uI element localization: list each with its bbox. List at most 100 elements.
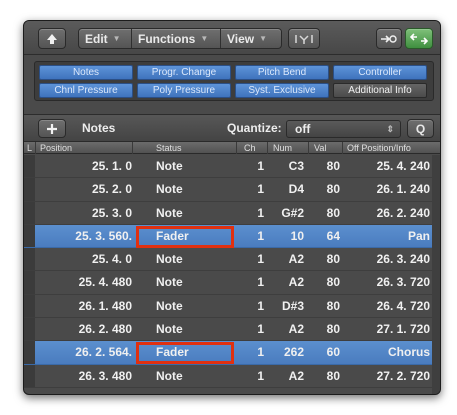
filter-label: Chnl Pressure (54, 85, 118, 96)
filter-system-exclusive-button[interactable]: Syst. Exclusive (235, 83, 329, 98)
position-cell: 26. 1. 480 (78, 298, 132, 313)
column-divider (308, 142, 309, 154)
link-icon (410, 32, 428, 45)
column-status[interactable]: Status (156, 142, 182, 154)
table-row[interactable]: 25. 2. 0 Note 1 D4 80 26. 1. 240 (24, 178, 440, 202)
position-cell: 25. 4. 480 (78, 275, 132, 290)
column-divider (35, 142, 36, 154)
table-row[interactable]: 25. 1. 0 Note 1 C3 80 25. 4. 240 (24, 155, 440, 179)
filter-program-change-button[interactable]: Progr. Change (137, 65, 231, 80)
channel-cell: 1 (257, 345, 264, 360)
table-row[interactable]: 25. 3. 0 Note 1 G#2 80 26. 2. 240 (24, 201, 440, 225)
filter-poly-pressure-button[interactable]: Poly Pressure (137, 83, 231, 98)
loop-cell (24, 155, 35, 178)
column-ch[interactable]: Ch (244, 142, 256, 154)
channel-cell: 1 (257, 275, 264, 290)
loop-cell (24, 318, 35, 341)
loop-cell (24, 248, 35, 271)
edit-menu[interactable]: Edit ▼ (79, 29, 132, 48)
filter-label: Pitch Bend (257, 67, 307, 78)
channel-cell: 1 (257, 252, 264, 267)
loop-cell (24, 201, 35, 224)
table-row[interactable]: 25. 4. 0 Note 1 A2 80 26. 3. 240 (24, 248, 440, 272)
loop-cell (24, 271, 35, 294)
table-row[interactable]: 25. 4. 480 Note 1 A2 80 26. 3. 720 (24, 271, 440, 295)
off-position-cell: 26. 2. 240 (376, 205, 430, 220)
chevron-down-icon: ▼ (200, 34, 209, 43)
column-divider (267, 142, 268, 154)
link-button[interactable] (405, 28, 433, 49)
column-header-row: L Position Status Ch Num Val Off Positio… (24, 142, 440, 154)
channel-cell: 1 (257, 228, 264, 243)
filter-label: Poly Pressure (152, 85, 216, 96)
filter-controller-button[interactable]: Controller (333, 65, 427, 80)
val-cell: 80 (326, 298, 340, 313)
num-cell: A2 (288, 252, 304, 267)
val-cell: 80 (326, 252, 340, 267)
loop-cell (24, 341, 35, 364)
channel-cell: 1 (257, 182, 264, 197)
q-label: Q (415, 121, 426, 136)
position-cell: 26. 2. 480 (78, 322, 132, 337)
column-divider (236, 142, 237, 154)
table-row-selected[interactable]: 26. 2. 564. Fader 1 262 60 Chorus (24, 341, 440, 365)
num-cell: D4 (288, 182, 304, 197)
filter-additional-info-button[interactable]: Additional Info (333, 83, 427, 98)
filter-channel-pressure-button[interactable]: Chnl Pressure (39, 83, 133, 98)
functions-label: Functions (138, 31, 196, 46)
column-divider (342, 142, 343, 154)
status-cell: Note (156, 298, 183, 313)
catch-button[interactable] (376, 28, 402, 49)
column-num[interactable]: Num (273, 142, 292, 154)
val-cell: 80 (326, 322, 340, 337)
off-position-cell: Chorus (388, 345, 430, 360)
val-cell: 60 (326, 345, 340, 360)
column-off-position[interactable]: Off Position/Info (347, 142, 411, 154)
table-row[interactable]: 26. 1. 480 Note 1 D#3 80 26. 4. 720 (24, 294, 440, 319)
position-cell: 25. 1. 0 (91, 159, 132, 173)
num-cell: A2 (288, 368, 304, 383)
column-l[interactable]: L (27, 142, 32, 154)
off-position-cell: Pan (407, 228, 430, 243)
val-cell: 80 (326, 275, 340, 290)
table-row-selected[interactable]: 25. 3. 560. Fader 1 10 64 Pan (24, 224, 440, 249)
fader-highlight-box (136, 342, 234, 365)
val-cell: 80 (326, 368, 340, 383)
parent-level-button[interactable] (38, 28, 66, 49)
channel-cell: 1 (257, 298, 264, 313)
position-cell: 25. 4. 0 (91, 252, 132, 267)
menu-segment: Edit ▼ Functions ▼ View ▼ (78, 28, 282, 49)
fader-highlight-box (136, 225, 234, 248)
scroll-gutter (432, 155, 440, 394)
quantize-value: off (295, 122, 311, 136)
region-name: Notes (82, 121, 116, 135)
quantize-q-button[interactable]: Q (407, 119, 434, 138)
table-row[interactable]: 26. 2. 480 Note 1 A2 80 27. 1. 720 (24, 318, 440, 342)
val-cell: 80 (326, 159, 340, 173)
table-row[interactable]: 26. 3. 480 Note 1 A2 80 27. 2. 720 (24, 364, 440, 388)
filter-label: Additional Info (348, 85, 412, 96)
add-event-button[interactable] (38, 119, 66, 138)
filter-label: Controller (358, 67, 402, 78)
midi-out-button[interactable] (288, 28, 320, 49)
channel-cell: 1 (257, 322, 264, 337)
column-val[interactable]: Val (314, 142, 326, 154)
functions-menu[interactable]: Functions ▼ (132, 29, 221, 48)
updown-arrows-icon: ⇕ (386, 124, 394, 134)
view-label: View (227, 31, 255, 46)
off-position-cell: 26. 3. 720 (376, 275, 430, 290)
loop-cell (24, 178, 35, 201)
filter-label: Syst. Exclusive (248, 85, 316, 96)
status-cell: Note (156, 205, 183, 220)
view-menu[interactable]: View ▼ (221, 29, 281, 48)
toolbar: Edit ▼ Functions ▼ View ▼ (24, 21, 440, 55)
column-divider (132, 142, 133, 154)
column-position[interactable]: Position (40, 142, 72, 154)
filter-notes-button[interactable]: Notes (39, 65, 133, 80)
position-cell: 25. 2. 0 (91, 182, 132, 197)
channel-cell: 1 (257, 205, 264, 220)
filter-pitch-bend-button[interactable]: Pitch Bend (235, 65, 329, 80)
loop-cell (24, 294, 35, 318)
status-cell: Note (156, 322, 183, 337)
quantize-select[interactable]: off ⇕ (286, 120, 401, 138)
